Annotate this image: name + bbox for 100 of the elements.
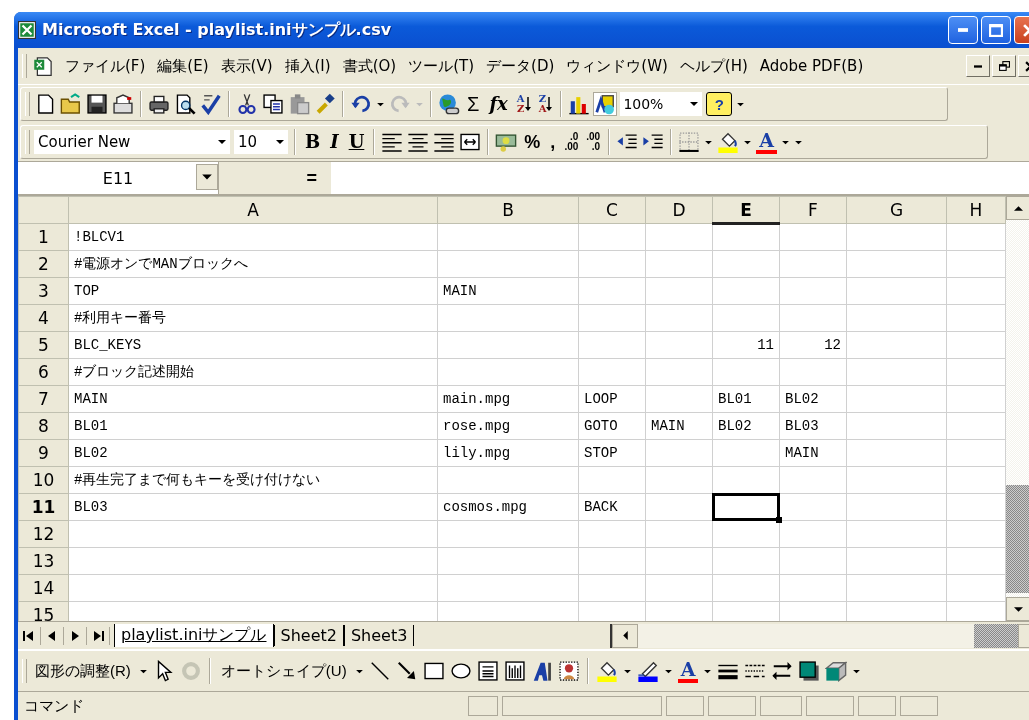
font-size-dropdown[interactable]: 10 [234, 130, 288, 154]
menu-item[interactable]: ヘルプ(H) [679, 56, 748, 76]
vertical-scrollbar[interactable] [1006, 196, 1029, 621]
sort-descending-button[interactable]: Z A [536, 94, 555, 114]
menu-item[interactable]: ウィンドウ(W) [566, 56, 668, 76]
print-preview-icon[interactable] [174, 93, 196, 115]
sum-button[interactable]: Σ [464, 92, 483, 116]
row-header[interactable]: 6 [18, 358, 69, 386]
column-header[interactable]: G [846, 196, 947, 224]
document-icon[interactable] [33, 56, 53, 76]
underline-button[interactable]: U [345, 130, 368, 154]
fill-color-icon[interactable] [717, 131, 740, 153]
increase-decimal-button[interactable]: .0 .00 [562, 132, 581, 152]
currency-icon[interactable] [495, 131, 518, 153]
row-header[interactable]: 5 [18, 331, 69, 359]
autoshapes-menu-button[interactable]: オートシェイプ(U) [217, 659, 350, 683]
arrow-icon[interactable] [395, 660, 418, 682]
column-header[interactable]: H [946, 196, 1006, 224]
align-center-icon[interactable] [407, 131, 430, 153]
clip-art-icon[interactable] [557, 660, 580, 682]
menu-item[interactable]: データ(D) [486, 56, 555, 76]
undo-icon[interactable] [350, 93, 372, 115]
formula-button[interactable]: = [219, 162, 331, 194]
row-header[interactable]: 13 [18, 547, 69, 575]
menu-item[interactable]: Adobe PDF(B) [759, 57, 864, 75]
row-header[interactable]: 1 [18, 223, 69, 251]
column-header[interactable]: D [645, 196, 713, 224]
align-right-icon[interactable] [433, 131, 456, 153]
scroll-thumb[interactable] [974, 623, 1018, 648]
column-header[interactable]: A [68, 196, 438, 224]
globe-icon[interactable] [438, 93, 460, 115]
help-button[interactable]: ? [706, 92, 733, 116]
cube-icon[interactable] [825, 660, 848, 682]
save-icon[interactable] [86, 93, 108, 115]
font-color-button[interactable]: A [756, 130, 777, 154]
cut-icon[interactable] [236, 93, 258, 115]
sheet-tab[interactable]: Sheet3 [343, 625, 415, 646]
menu-item[interactable]: ファイル(F) [65, 56, 146, 76]
column-header[interactable]: C [578, 196, 646, 224]
font-dropdown[interactable]: Courier New [34, 130, 230, 154]
align-left-icon[interactable] [381, 131, 404, 153]
horizontal-scrollbar[interactable] [610, 623, 1029, 648]
spelling-check-icon[interactable] [200, 93, 222, 115]
maximize-button[interactable] [981, 16, 1011, 44]
zoom-dropdown[interactable]: 100% [620, 92, 703, 116]
vertical-text-box-icon[interactable] [503, 660, 526, 682]
italic-button[interactable]: I [327, 130, 342, 154]
borders-icon[interactable] [678, 131, 701, 153]
scroll-down-button[interactable] [1006, 597, 1029, 621]
row-header[interactable]: 10 [18, 466, 69, 494]
arrow-style-icon[interactable] [771, 660, 794, 682]
menu-item[interactable]: ツール(T) [408, 56, 475, 76]
sheet-tab[interactable]: Sheet2 [273, 625, 344, 646]
column-header[interactable]: B [437, 196, 579, 224]
column-header[interactable]: F [779, 196, 847, 224]
print-icon[interactable] [148, 93, 170, 115]
printer-envelope-icon[interactable] [112, 93, 134, 115]
row-header[interactable]: 4 [18, 304, 69, 332]
copy-icon[interactable] [262, 93, 284, 115]
brush-icon[interactable] [314, 93, 336, 115]
folder-icon[interactable] [60, 93, 82, 115]
menu-item[interactable]: 表示(V) [220, 56, 273, 76]
line-color-icon[interactable] [636, 660, 659, 682]
rectangle-icon[interactable] [422, 660, 445, 682]
row-header[interactable]: 15 [18, 601, 69, 621]
menu-item[interactable]: 挿入(I) [284, 56, 331, 76]
row-header[interactable]: 2 [18, 250, 69, 278]
draw-menu-button[interactable]: 図形の調整(R) [32, 659, 134, 683]
decrease-decimal-button[interactable]: .00 .0 [584, 132, 603, 152]
row-header[interactable]: 7 [18, 385, 69, 413]
row-header[interactable]: 11 [18, 493, 69, 521]
dropdown-button[interactable] [196, 164, 218, 190]
text-box-icon[interactable] [476, 660, 499, 682]
scroll-left-button[interactable] [612, 623, 638, 648]
comma-button[interactable]: , [547, 130, 559, 154]
row-header[interactable]: 9 [18, 439, 69, 467]
shadow-icon[interactable] [798, 660, 821, 682]
scroll-thumb[interactable] [1006, 485, 1029, 593]
row-header[interactable]: 3 [18, 277, 69, 305]
menu-item[interactable]: 書式(O) [342, 56, 397, 76]
scroll-up-button[interactable] [1006, 196, 1029, 220]
row-header[interactable]: 8 [18, 412, 69, 440]
bold-button[interactable]: B [302, 130, 324, 154]
menu-item[interactable]: 編集(E) [157, 56, 209, 76]
restore-button[interactable] [992, 55, 1016, 77]
font-color-button[interactable]: A [677, 659, 699, 683]
row-header[interactable]: 12 [18, 520, 69, 548]
active-cell[interactable] [712, 493, 780, 521]
fill-color-icon[interactable] [595, 660, 618, 682]
minimize-button[interactable] [948, 16, 978, 44]
row-header[interactable]: 14 [18, 574, 69, 602]
name-box[interactable]: E11 [18, 162, 219, 194]
sort-ascending-button[interactable]: A Z [514, 94, 533, 114]
drawing-icon[interactable] [594, 93, 617, 115]
sheet-tab[interactable]: playlist.iniサンプル [114, 624, 274, 647]
column-header[interactable]: E [712, 196, 780, 224]
percent-button[interactable]: % [521, 130, 544, 154]
minimize-button[interactable] [966, 55, 990, 77]
function-button[interactable]: fx [486, 92, 511, 116]
merge-center-icon[interactable] [459, 131, 482, 153]
